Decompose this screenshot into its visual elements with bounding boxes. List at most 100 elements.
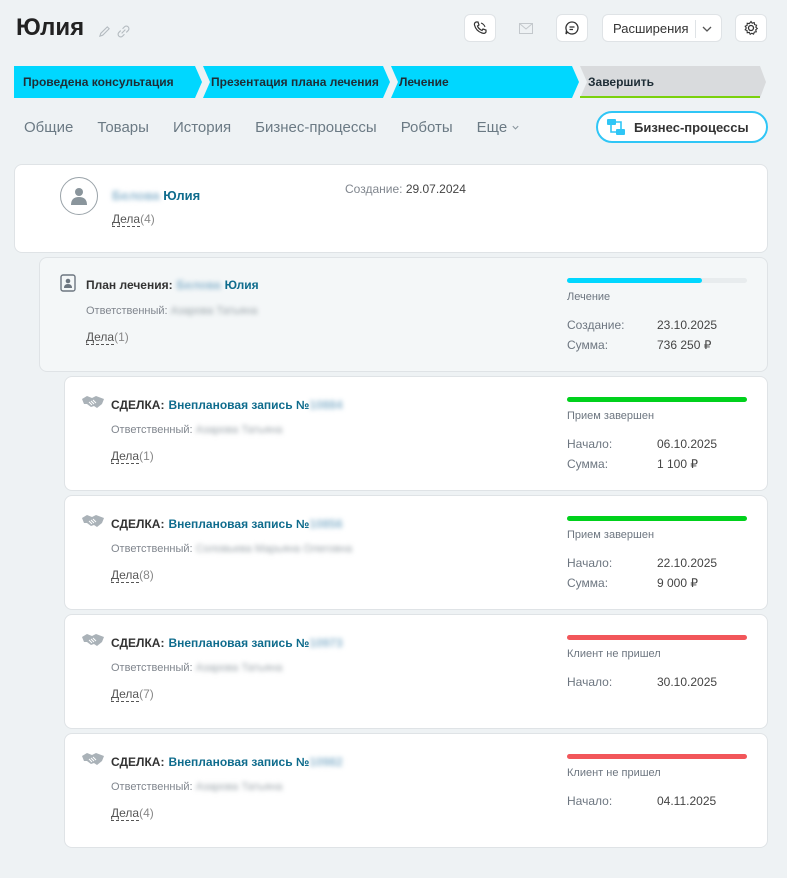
contact-first-name: Юлия — [163, 188, 201, 203]
deal-title-label: Внеплановая запись № — [168, 636, 310, 650]
responsible-label: Ответственный: — [86, 305, 168, 317]
extensions-button[interactable]: Расширения — [602, 14, 722, 42]
mail-icon — [519, 22, 533, 34]
deal-tasks[interactable]: Дела(1) — [111, 449, 154, 464]
deal-prefix: СДЕЛКА: — [111, 517, 165, 531]
deal-title-label: Внеплановая запись № — [168, 398, 310, 412]
link-icon[interactable] — [117, 25, 130, 41]
deal-title-text: Внеплановая запись №10884 — [168, 398, 342, 412]
gear-icon — [744, 20, 759, 36]
tab-business-processes[interactable]: Бизнес-процессы — [255, 119, 377, 136]
deal-responsible: Ответственный: Азарова Татьяна — [111, 662, 282, 674]
deal-status-bar — [567, 516, 747, 521]
deal-tasks[interactable]: Дела(7) — [111, 687, 154, 702]
deal-tasks[interactable]: Дела(4) — [111, 806, 154, 821]
contact-surname: Белова — [112, 188, 160, 203]
deal-status-bar — [567, 635, 747, 640]
pencil-icon[interactable] — [98, 25, 111, 41]
phone-button[interactable] — [464, 14, 496, 42]
sum-value: 1 100 ₽ — [657, 457, 698, 471]
handshake-icon — [82, 396, 104, 408]
handshake-icon — [82, 634, 104, 646]
deals-label: Дела — [111, 449, 140, 464]
tab-robots[interactable]: Роботы — [401, 119, 453, 136]
deal-title-label: Внеплановая запись № — [168, 755, 310, 769]
deal-prefix: СДЕЛКА: — [111, 636, 165, 650]
start-label: Начало: — [567, 675, 613, 689]
plan-progress-fill — [567, 278, 702, 283]
deal-title[interactable]: СДЕЛКА: Внеплановая запись №10982 — [111, 755, 343, 769]
deals-count: (1) — [114, 330, 129, 344]
tab-bar: Общие Товары История Бизнес-процессы Роб… — [24, 119, 520, 136]
deal-status-fill — [567, 754, 747, 759]
tab-general[interactable]: Общие — [24, 119, 73, 136]
deal-title[interactable]: СДЕЛКА: Внеплановая запись №10973 — [111, 636, 343, 650]
responsible-value: Азарова Татьяна — [195, 781, 283, 793]
start-value: 04.11.2025 — [657, 794, 717, 808]
tab-more-label: Еще — [476, 119, 508, 136]
plan-responsible: Ответственный: Азарова Татьяна — [86, 305, 257, 317]
business-processes-label: Бизнес-процессы — [634, 119, 749, 135]
stage-plan-presentation[interactable]: Презентация плана лечения — [202, 66, 379, 98]
responsible-label: Ответственный: — [111, 662, 193, 674]
responsible-value: Азарова Татьяна — [170, 305, 258, 317]
tab-history[interactable]: История — [173, 119, 231, 136]
tab-products[interactable]: Товары — [97, 119, 149, 136]
extensions-label: Расширения — [613, 20, 689, 36]
deals-label: Дела — [111, 687, 140, 702]
handshake-icon — [82, 515, 104, 527]
treatment-plan-card: План лечения: Белова Юлия Ответственный:… — [39, 257, 768, 372]
chevron-down-icon — [702, 26, 712, 32]
deal-tasks[interactable]: Дела(8) — [111, 568, 154, 583]
plan-title[interactable]: План лечения: Белова Юлия — [86, 278, 259, 292]
deal-status: Клиент не пришел — [567, 648, 661, 660]
plan-deals[interactable]: Дела(1) — [86, 330, 129, 345]
stage-consultation[interactable]: Проведена консультация — [14, 66, 174, 98]
stage-finish[interactable]: Завершить — [579, 66, 654, 98]
business-process-icon — [607, 119, 625, 135]
deals-count: (8) — [139, 568, 154, 582]
deal-status-bar — [567, 754, 747, 759]
deal-number: 10856 — [309, 517, 343, 531]
deal-responsible: Ответственный: Соловьева Марьяна Олеговн… — [111, 543, 352, 555]
user-icon — [71, 188, 87, 205]
responsible-value: Азарова Татьяна — [195, 662, 283, 674]
contact-created: Создание: 29.07.2024 — [345, 182, 466, 196]
mail-button[interactable] — [510, 14, 542, 42]
page-title: Юлия — [16, 14, 85, 41]
deal-status-fill — [567, 397, 747, 402]
deals-count: (4) — [139, 806, 154, 820]
created-value: 29.07.2024 — [405, 182, 466, 196]
tab-more[interactable]: Еще — [477, 119, 521, 136]
plan-sum: Сумма: 736 250 ₽ — [567, 338, 747, 354]
plan-surname: Белова — [176, 278, 221, 292]
deal-card: СДЕЛКА: Внеплановая запись №10982 Ответс… — [64, 733, 768, 848]
deal-card: СДЕЛКА: Внеплановая запись №10856 Ответс… — [64, 495, 768, 610]
start-value: 22.10.2025 — [657, 556, 718, 570]
settings-button[interactable] — [735, 14, 767, 42]
plan-progress-bar — [567, 278, 747, 283]
deals-count: (1) — [139, 449, 154, 463]
chat-button[interactable] — [556, 14, 588, 42]
responsible-label: Ответственный: — [111, 781, 193, 793]
deals-label: Дела — [86, 330, 115, 345]
deal-status-fill — [567, 516, 747, 521]
contact-deals[interactable]: Дела(4) — [112, 212, 155, 227]
sum-value: 736 250 ₽ — [657, 338, 712, 352]
business-processes-button[interactable]: Бизнес-процессы — [596, 111, 768, 143]
deal-start: Начало: 06.10.2025 — [567, 437, 747, 453]
created-label: Создание: — [345, 182, 403, 196]
contact-name[interactable]: Белова Юлия — [112, 188, 200, 203]
stage-treatment[interactable]: Лечение — [390, 66, 449, 98]
deal-prefix: СДЕЛКА: — [111, 398, 165, 412]
sum-value: 9 000 ₽ — [657, 576, 698, 590]
start-label: Начало: — [567, 794, 613, 808]
deal-start: Начало: 22.10.2025 — [567, 556, 747, 572]
deal-title[interactable]: СДЕЛКА: Внеплановая запись №10856 — [111, 517, 343, 531]
deal-status: Прием завершен — [567, 410, 655, 422]
deal-title[interactable]: СДЕЛКА: Внеплановая запись №10884 — [111, 398, 343, 412]
document-icon — [60, 274, 76, 292]
deal-title-text: Внеплановая запись №10856 — [168, 517, 342, 531]
deal-sum: Сумма: 9 000 ₽ — [567, 576, 747, 592]
start-label: Начало: — [567, 556, 613, 570]
